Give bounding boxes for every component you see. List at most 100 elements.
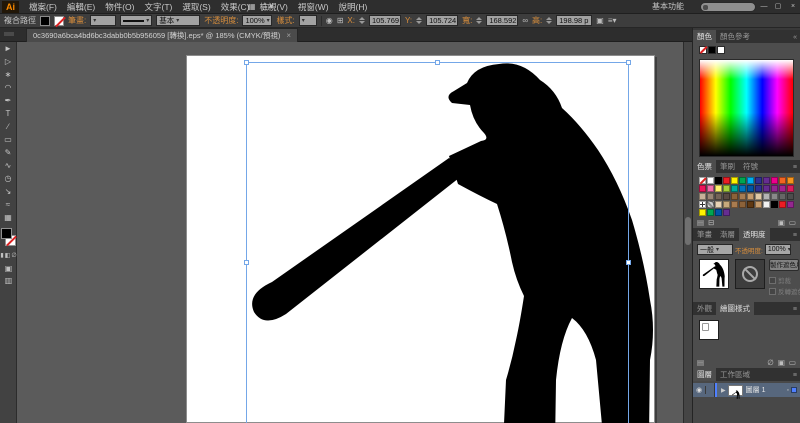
reference-point-icon[interactable]: ⊞ bbox=[337, 16, 344, 25]
swatch[interactable] bbox=[779, 193, 786, 200]
gradient-mode-icon[interactable]: ◧ bbox=[5, 252, 11, 259]
menu-item[interactable]: 檔案(F) bbox=[24, 0, 62, 14]
swatch[interactable] bbox=[707, 177, 714, 184]
swatch[interactable] bbox=[779, 201, 786, 208]
menu-item[interactable]: 檢視(V) bbox=[255, 0, 293, 14]
y-field[interactable]: 105.724 bbox=[426, 15, 458, 26]
swatch[interactable] bbox=[723, 177, 730, 184]
scrollbar-thumb[interactable] bbox=[685, 217, 691, 245]
width-tool[interactable]: ≈ bbox=[0, 198, 16, 211]
swatch[interactable] bbox=[739, 185, 746, 192]
layer-name[interactable]: 圖層 1 bbox=[746, 385, 787, 395]
swatch[interactable] bbox=[787, 177, 794, 184]
swatch[interactable] bbox=[755, 177, 762, 184]
pen-tool[interactable]: ✒ bbox=[0, 94, 16, 107]
swatch[interactable] bbox=[763, 193, 770, 200]
swatch[interactable] bbox=[787, 185, 794, 192]
selection-handle-mid-left[interactable] bbox=[244, 260, 249, 265]
make-mask-button[interactable]: 製作遮色片 bbox=[769, 259, 799, 271]
swatch[interactable] bbox=[771, 177, 778, 184]
tab-color-guide[interactable]: 顏色參考 bbox=[716, 30, 754, 43]
tab-appearance[interactable]: 外觀 bbox=[693, 302, 716, 315]
swatch[interactable] bbox=[731, 185, 738, 192]
panel-menu-icon[interactable]: ≡ bbox=[793, 306, 797, 313]
selection-handle-top-right[interactable] bbox=[626, 60, 631, 65]
swatch[interactable] bbox=[699, 209, 706, 216]
swatch[interactable] bbox=[747, 201, 754, 208]
link-dimensions-icon[interactable]: ∞ bbox=[522, 16, 528, 25]
fill-swatch[interactable] bbox=[1, 228, 12, 239]
type-tool[interactable]: T bbox=[0, 107, 16, 120]
invert-mask-checkbox[interactable] bbox=[769, 288, 776, 295]
rotate-tool[interactable]: ◷ bbox=[0, 172, 16, 185]
menu-item[interactable]: 選取(S) bbox=[177, 0, 215, 14]
new-style-icon[interactable]: ▣ bbox=[778, 358, 785, 367]
line-segment-tool[interactable]: ∕ bbox=[0, 120, 16, 133]
black-color-swatch[interactable] bbox=[708, 46, 716, 54]
workspace-switcher[interactable]: 基本功能 bbox=[652, 0, 684, 14]
screen-mode-icon[interactable]: ▥ bbox=[0, 276, 17, 285]
swatch[interactable] bbox=[715, 193, 722, 200]
tab-symbols[interactable]: 符號 bbox=[739, 160, 762, 173]
tools-panel-toggle[interactable] bbox=[4, 32, 14, 36]
selection-tool[interactable]: ► bbox=[0, 42, 16, 55]
menu-item[interactable]: 文字(T) bbox=[139, 0, 177, 14]
swatch[interactable] bbox=[707, 193, 714, 200]
opacity-label[interactable]: 不透明度: bbox=[204, 15, 238, 26]
color-group-icon[interactable]: ⊟ bbox=[708, 218, 714, 227]
swatch[interactable] bbox=[723, 193, 730, 200]
swatch[interactable] bbox=[739, 201, 746, 208]
swatch[interactable] bbox=[755, 193, 762, 200]
stroke-label[interactable]: 筆畫: bbox=[68, 15, 86, 26]
swatch[interactable] bbox=[707, 185, 714, 192]
swatch[interactable] bbox=[731, 177, 738, 184]
search-input[interactable] bbox=[700, 2, 756, 12]
width-profile-field[interactable]: ▾ bbox=[120, 15, 152, 26]
clip-checkbox[interactable] bbox=[769, 277, 776, 284]
menu-item[interactable]: 編輯(E) bbox=[62, 0, 100, 14]
tab-graphic-styles[interactable]: 繪圖樣式 bbox=[716, 302, 754, 315]
brush-definition-field[interactable]: 基本▾ bbox=[156, 15, 200, 26]
lock-column[interactable] bbox=[706, 383, 715, 397]
selection-handle-mid-right[interactable] bbox=[626, 260, 631, 265]
delete-style-icon[interactable]: ▭ bbox=[789, 358, 796, 367]
width-field[interactable]: 168.592 bbox=[486, 15, 518, 26]
blend-mode-select[interactable]: 一般▾ bbox=[697, 244, 733, 255]
default-graphic-style[interactable] bbox=[699, 320, 719, 340]
scale-tool[interactable]: ↘ bbox=[0, 185, 16, 198]
close-button[interactable]: × bbox=[787, 1, 799, 12]
swatch[interactable] bbox=[699, 193, 706, 200]
swatch[interactable] bbox=[723, 185, 730, 192]
direct-selection-tool[interactable]: ▷ bbox=[0, 55, 16, 68]
tab-layers[interactable]: 圖層 bbox=[693, 368, 716, 381]
vertical-scrollbar[interactable] bbox=[683, 42, 692, 423]
menu-item[interactable]: 物件(O) bbox=[100, 0, 139, 14]
visibility-eye-icon[interactable]: ◉ bbox=[693, 386, 706, 394]
magic-wand-tool[interactable]: ∗ bbox=[0, 68, 16, 81]
close-document-icon[interactable]: × bbox=[286, 31, 291, 40]
selection-handle-top-mid[interactable] bbox=[435, 60, 440, 65]
mesh-tool[interactable]: ▦ bbox=[0, 211, 16, 224]
pencil-tool[interactable]: ∿ bbox=[0, 159, 16, 172]
white-color-swatch[interactable] bbox=[717, 46, 725, 54]
recolor-artwork-icon[interactable]: ◉ bbox=[326, 16, 333, 25]
style-libraries-icon[interactable]: ▤ bbox=[697, 358, 704, 367]
selection-handle-top-left[interactable] bbox=[244, 60, 249, 65]
swatch[interactable] bbox=[723, 201, 730, 208]
tab-transparency[interactable]: 透明度 bbox=[739, 228, 770, 241]
workspace-switcher-icon[interactable]: ◫▾ bbox=[262, 2, 274, 11]
draw-mode-icon[interactable]: ▣ bbox=[0, 264, 17, 273]
target-circle-icon[interactable]: ◦ bbox=[787, 387, 789, 394]
tab-brushes[interactable]: 筆刷 bbox=[716, 160, 739, 173]
menu-item[interactable]: 說明(H) bbox=[334, 0, 373, 14]
tab-artboards[interactable]: 工作區域 bbox=[716, 368, 754, 381]
swatch[interactable] bbox=[723, 209, 730, 216]
paintbrush-tool[interactable]: ✎ bbox=[0, 146, 16, 159]
swatch[interactable] bbox=[763, 185, 770, 192]
swatch[interactable] bbox=[747, 177, 754, 184]
none-mode-icon[interactable]: ∅ bbox=[11, 252, 16, 259]
height-field[interactable]: 198.98 p bbox=[556, 15, 592, 26]
swatch[interactable] bbox=[755, 201, 762, 208]
swatch[interactable] bbox=[739, 193, 746, 200]
transform-panel-icon[interactable]: ▣ bbox=[596, 16, 604, 25]
